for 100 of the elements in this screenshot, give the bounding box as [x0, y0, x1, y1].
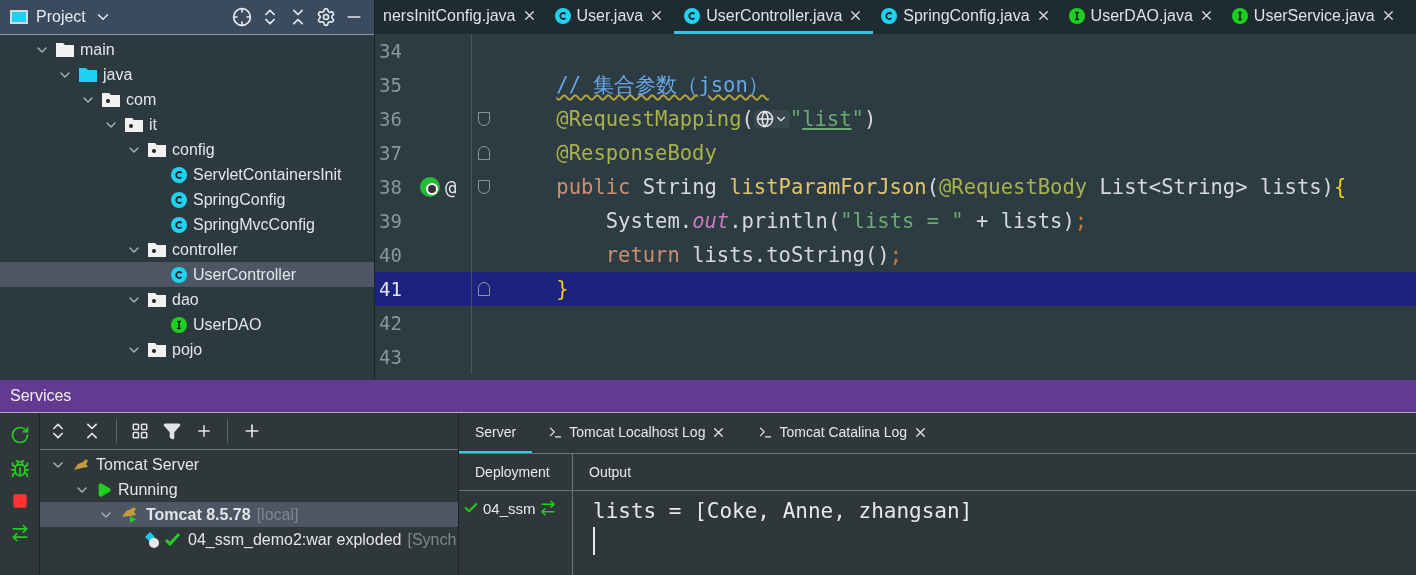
package-icon — [148, 141, 166, 158]
bug-icon[interactable] — [9, 459, 30, 479]
code-token: ; — [889, 243, 902, 267]
tool-tab[interactable]: Server — [459, 413, 533, 453]
editor-tab[interactable]: UserController.java — [674, 0, 874, 34]
column-header: Output — [589, 464, 632, 480]
code-token: } — [556, 277, 569, 301]
code-token: listParamForJson — [729, 175, 927, 199]
folder-icon — [79, 66, 97, 83]
code-token: System. — [605, 209, 693, 233]
panel-title: Services — [10, 387, 72, 405]
code-token: .println( — [729, 209, 841, 233]
tree-row[interactable]: dao — [0, 287, 374, 312]
add-service-icon[interactable] — [195, 422, 213, 440]
tree-row[interactable]: controller — [0, 237, 374, 262]
deploy-icon[interactable] — [539, 499, 557, 517]
line-number: 37 — [378, 142, 403, 164]
line-number: 35 — [378, 74, 403, 96]
code-token: @ResponseBody — [556, 141, 717, 165]
tree-label: SpringMvcConfig — [193, 215, 315, 234]
package-icon — [125, 116, 143, 133]
package-icon — [148, 241, 166, 258]
tree-row[interactable]: pojo — [0, 337, 374, 362]
interface-icon — [1068, 7, 1085, 24]
class-icon — [684, 7, 701, 24]
tree-hint: [Synch — [407, 530, 457, 549]
tree-label: pojo — [172, 340, 203, 359]
code-token: "lists = " — [840, 209, 964, 233]
code-token: // 集合参数（json） — [556, 72, 769, 99]
window-icon — [10, 10, 28, 24]
settings-icon[interactable] — [316, 7, 336, 27]
code-token: @RequestMapping — [556, 107, 742, 131]
rerun-icon[interactable] — [9, 425, 30, 445]
tree-row[interactable]: Running — [40, 477, 458, 502]
crosshair-icon[interactable] — [232, 7, 252, 27]
code-token: + lists) — [975, 209, 1075, 233]
tree-row[interactable]: 04_ssm_demo2:war exploded [Synch — [40, 527, 458, 552]
tree-label: UserDAO — [193, 315, 262, 334]
stop-icon[interactable] — [11, 493, 28, 509]
tree-row[interactable]: java — [0, 62, 374, 87]
console-icon — [548, 424, 564, 440]
tool-tab[interactable]: Tomcat Catalina Log — [742, 413, 945, 453]
tree-label: Tomcat Server — [96, 455, 200, 474]
tree-row[interactable]: UserDAO — [0, 312, 374, 337]
deployment-item[interactable]: 04_ssm — [483, 499, 535, 517]
tree-label: Running — [118, 480, 178, 499]
class-icon — [171, 266, 187, 283]
code-token: out — [692, 209, 730, 233]
code-token: public — [556, 175, 632, 199]
tree-row[interactable]: com — [0, 87, 374, 112]
tree-row[interactable]: main — [0, 37, 374, 62]
tree-label: main — [80, 40, 115, 59]
editor-tab[interactable]: UserService.java — [1223, 0, 1406, 34]
tool-tab[interactable]: Tomcat Localhost Log — [532, 413, 743, 453]
folder-icon — [56, 41, 74, 58]
line-number: 39 — [378, 210, 403, 232]
code-token: List<String> lists) — [1099, 175, 1334, 199]
tree-label: 04_ssm_demo2:war exploded — [188, 530, 402, 549]
filter-icon[interactable] — [163, 422, 181, 440]
tree-label: it — [149, 115, 157, 134]
editor-tab[interactable]: nersInitConfig.java — [375, 0, 547, 34]
package-icon — [102, 91, 120, 108]
tree-label: controller — [172, 240, 238, 259]
url-inlay[interactable] — [753, 110, 790, 128]
column-header: Deployment — [475, 464, 550, 480]
class-icon — [171, 166, 187, 183]
package-icon — [148, 291, 166, 308]
code-token: ( — [741, 107, 754, 131]
editor-tab[interactable]: User.java — [546, 0, 675, 34]
text-cursor — [593, 527, 595, 555]
code-token: list — [802, 107, 852, 131]
code-token: ; — [1074, 209, 1088, 233]
tree-row[interactable]: ServletContainersInit — [0, 162, 374, 187]
line-number: 34 — [378, 40, 403, 62]
tree-row[interactable]: it — [0, 112, 374, 137]
editor-tab[interactable]: UserDAO.java — [1060, 0, 1224, 34]
line-number: 41 — [378, 278, 403, 300]
artifact-icon — [144, 530, 182, 549]
tree-row[interactable]: config — [0, 137, 374, 162]
tree-label: SpringConfig — [193, 190, 286, 209]
play-icon — [96, 481, 112, 498]
tree-label: UserController — [193, 265, 297, 284]
gutter-mark[interactable]: @ — [445, 176, 457, 198]
interface-icon — [1231, 7, 1248, 24]
line-number: 43 — [378, 346, 403, 368]
line-number: 38 — [378, 176, 403, 198]
line-number: 40 — [378, 244, 403, 266]
editor-tab[interactable]: SpringConfig.java — [873, 0, 1061, 34]
tree-row[interactable]: SpringMvcConfig — [0, 212, 374, 237]
console-output: lists = [Coke, Anne, zhangsan] — [593, 499, 974, 523]
tree-label: config — [172, 140, 215, 159]
panel-title[interactable]: Project — [36, 8, 86, 26]
tree-label: java — [103, 65, 133, 84]
code-token: ( — [926, 175, 939, 199]
tree-row[interactable]: Tomcat Server — [40, 452, 458, 477]
group-icon[interactable] — [131, 422, 149, 440]
tree-row[interactable]: UserController — [0, 262, 374, 287]
class-icon — [171, 216, 187, 233]
tree-row[interactable]: SpringConfig — [0, 187, 374, 212]
code-token: { — [1333, 175, 1347, 199]
